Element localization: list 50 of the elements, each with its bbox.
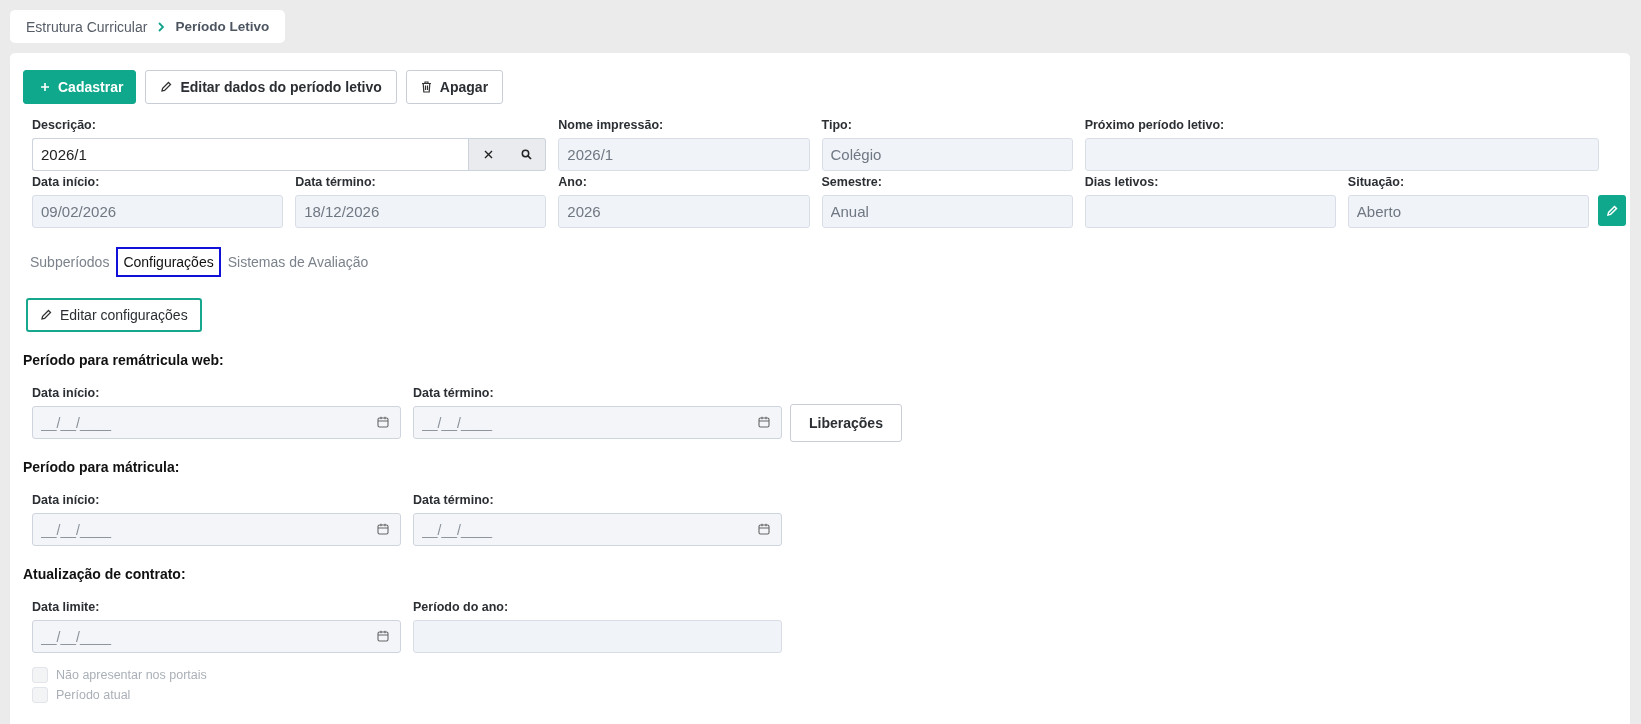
field-label: Dias letivos: — [1084, 175, 1160, 189]
calendar-icon[interactable] — [377, 416, 389, 428]
calendar-icon[interactable] — [758, 523, 770, 535]
field-label: Data término: — [413, 386, 495, 400]
field-label: Data término: — [295, 175, 377, 189]
field-label: Data início: — [32, 175, 101, 189]
add-button[interactable]: Cadastrar — [23, 70, 137, 104]
date-field[interactable]: __/__/____ — [32, 406, 401, 439]
field-label: Data limite: — [32, 600, 101, 614]
pencil-icon — [40, 309, 52, 321]
search-icon — [520, 149, 532, 160]
field-label: Período do ano: — [413, 600, 510, 614]
edit-button[interactable] — [1598, 195, 1626, 226]
field-label: Ano: — [558, 175, 588, 189]
field-label: Data início: — [32, 493, 101, 507]
releases-button[interactable]: Liberações — [790, 404, 902, 442]
edit-button[interactable]: Editar dados do período letivo — [145, 70, 397, 104]
search-field[interactable]: 2026/1 — [32, 138, 469, 171]
tab[interactable]: Subperíodos — [23, 247, 117, 277]
field-label: Data início: — [32, 386, 101, 400]
field-label: Semestre: — [821, 175, 883, 189]
pencil-icon — [1606, 204, 1618, 217]
date-field[interactable]: __/__/____ — [32, 620, 401, 653]
edit-settings-button[interactable]: Editar configurações — [26, 298, 202, 332]
search-button[interactable] — [507, 138, 547, 171]
date-field[interactable]: __/__/____ — [413, 513, 782, 546]
section-title: Período para remátricula web: — [23, 352, 225, 368]
field-label: Próximo período letivo: — [1084, 118, 1226, 132]
field-label: Nome impressão: — [558, 118, 665, 132]
pencil-icon — [160, 81, 173, 93]
field-label: Situação: — [1347, 175, 1406, 189]
date-field[interactable]: __/__/____ — [413, 406, 782, 439]
trash-icon — [420, 81, 432, 93]
calendar-icon[interactable] — [758, 416, 770, 428]
plus-icon — [40, 82, 50, 92]
calendar-icon[interactable] — [377, 523, 389, 535]
tab[interactable]: Sistemas de Avaliação — [220, 247, 376, 277]
section-title: Período para mátricula: — [23, 459, 181, 475]
close-icon — [483, 150, 493, 159]
breadcrumb-link[interactable]: Período Letivo — [175, 19, 270, 34]
calendar-icon[interactable] — [377, 630, 389, 642]
date-field[interactable]: __/__/____ — [32, 513, 401, 546]
field-label: Descrição: — [32, 118, 97, 132]
field-label: Data término: — [413, 493, 495, 507]
field-label: Tipo: — [821, 118, 853, 132]
tab[interactable]: Configurações — [116, 247, 221, 277]
breadcrumb-link[interactable]: Estrutura Curricular — [26, 18, 148, 35]
section-title: Atualização de contrato: — [23, 566, 187, 582]
chevron-right-icon — [157, 21, 166, 32]
delete-button[interactable]: Apagar — [405, 70, 504, 104]
